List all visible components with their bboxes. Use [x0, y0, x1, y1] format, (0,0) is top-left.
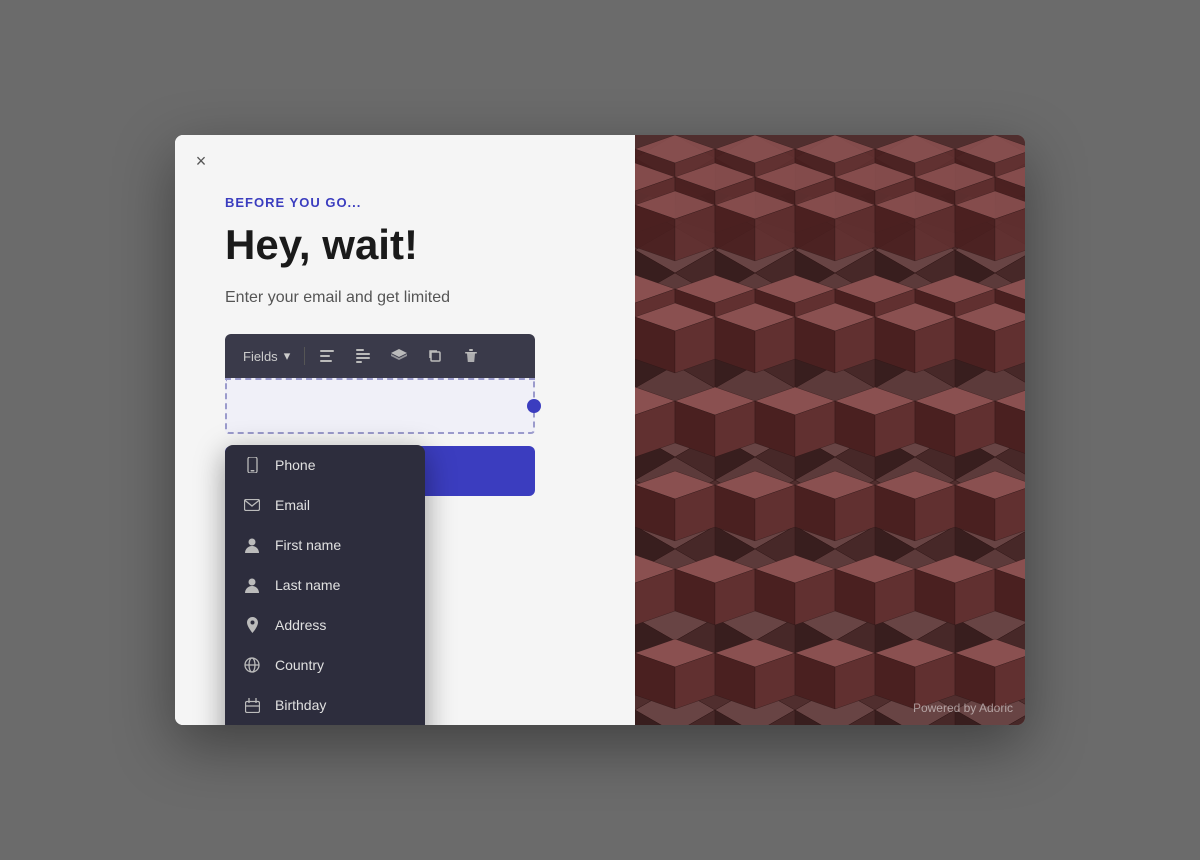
powered-by-label: Powered by Adoric: [913, 701, 1013, 715]
birthday-icon: [243, 696, 261, 714]
dropdown-item-first-name[interactable]: First name: [225, 525, 425, 565]
country-icon: [243, 656, 261, 674]
layers-icon[interactable]: [385, 342, 413, 370]
birthday-label: Birthday: [275, 697, 326, 713]
first-name-label: First name: [275, 537, 341, 553]
dropdown-item-country[interactable]: Country: [225, 645, 425, 685]
dropdown-item-email[interactable]: Email: [225, 485, 425, 525]
address-icon: [243, 616, 261, 634]
dropdown-item-last-name[interactable]: Last name: [225, 565, 425, 605]
fields-dropdown-menu: Phone Email First name: [225, 445, 425, 725]
chevron-down-icon: ▾: [284, 348, 291, 364]
address-label: Address: [275, 617, 326, 633]
last-name-label: Last name: [275, 577, 340, 593]
headline: Hey, wait!: [225, 222, 595, 268]
phone-icon: [243, 456, 261, 474]
fields-dropdown-button[interactable]: Fields ▾: [237, 345, 296, 367]
fields-label: Fields: [243, 349, 278, 364]
email-icon: [243, 496, 261, 514]
cube-pattern-image: [635, 135, 1025, 725]
duplicate-icon[interactable]: [421, 342, 449, 370]
drag-handle[interactable]: [527, 399, 541, 413]
email-input-field[interactable]: [225, 378, 535, 434]
right-panel: Powered by Adoric: [635, 135, 1025, 725]
email-label: Email: [275, 497, 310, 513]
dropdown-item-birthday[interactable]: Birthday: [225, 685, 425, 725]
close-icon: ×: [196, 151, 207, 172]
dropdown-item-address[interactable]: Address: [225, 605, 425, 645]
toolbar-separator: [304, 347, 305, 365]
field-toolbar: Fields ▾: [225, 334, 535, 378]
delete-icon[interactable]: [457, 342, 485, 370]
country-label: Country: [275, 657, 324, 673]
phone-label: Phone: [275, 457, 315, 473]
dropdown-item-phone[interactable]: Phone: [225, 445, 425, 485]
left-panel: BEFORE YOU GO... Hey, wait! Enter your e…: [175, 135, 635, 725]
before-label: BEFORE YOU GO...: [225, 195, 595, 210]
close-button[interactable]: ×: [189, 149, 213, 173]
modal: × BEFORE YOU GO... Hey, wait! Enter your…: [175, 135, 1025, 725]
align-left-icon[interactable]: [313, 342, 341, 370]
last-name-icon: [243, 576, 261, 594]
paragraph-icon[interactable]: [349, 342, 377, 370]
subtext: Enter your email and get limited: [225, 286, 545, 310]
first-name-icon: [243, 536, 261, 554]
